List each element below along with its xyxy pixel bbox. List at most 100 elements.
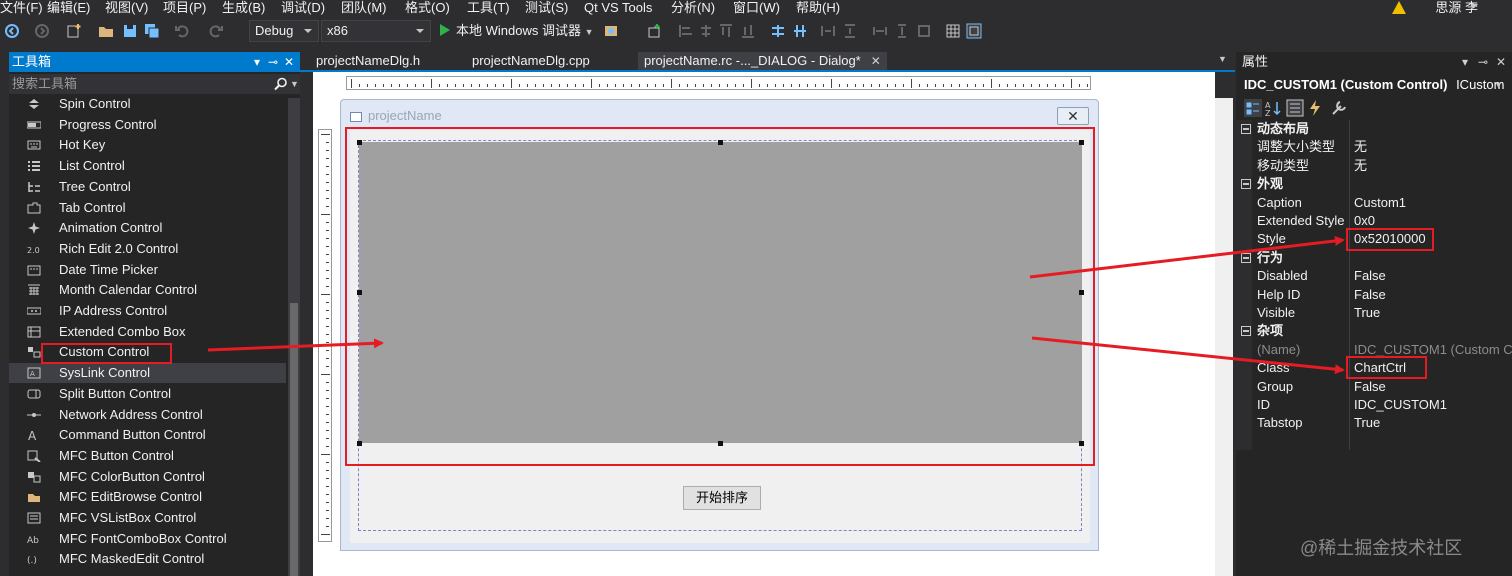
toolbox-item[interactable]: 2.0 Rich Edit 2.0 Control [9, 239, 286, 259]
close-icon[interactable]: ✕ [1494, 54, 1508, 70]
guides-icon[interactable] [966, 23, 982, 39]
property-value[interactable]: 无 [1354, 157, 1367, 175]
align-top-icon[interactable] [718, 23, 734, 39]
toolbox-item[interactable]: Tab Control [9, 198, 286, 218]
toolbox-item[interactable]: MFC VSListBox Control [9, 508, 286, 528]
collapse-icon[interactable] [1241, 124, 1251, 134]
collapse-icon[interactable] [1241, 326, 1251, 337]
toolbox-item[interactable]: Extended Combo Box [9, 322, 286, 342]
property-value[interactable]: True [1354, 414, 1380, 432]
new-class-icon[interactable] [646, 23, 662, 39]
pin-icon[interactable]: ⊸ [1476, 54, 1490, 70]
toolbox-item[interactable]: Split Button Control [9, 384, 286, 404]
toolbox-item[interactable]: Date Time Picker [9, 260, 286, 280]
property-row[interactable]: Group False [1236, 378, 1512, 396]
property-row[interactable]: ID IDC_CUSTOM1 [1236, 396, 1512, 414]
grid-icon[interactable] [945, 23, 961, 39]
menu-item[interactable]: 编辑(E) [47, 0, 90, 17]
toolbox-item[interactable]: A Command Button Control [9, 425, 286, 445]
toolbox-item[interactable]: MFC EditBrowse Control [9, 487, 286, 507]
menu-item[interactable]: Qt VS Tools [584, 0, 652, 17]
forward-icon[interactable] [34, 23, 50, 39]
side-tab-strip[interactable] [0, 52, 9, 576]
toolbox-item[interactable]: Spin Control [9, 94, 286, 114]
alphabetical-icon[interactable]: AZ [1264, 99, 1282, 117]
collapse-icon[interactable] [1241, 252, 1251, 263]
toolbox-item[interactable]: MFC ColorButton Control [9, 467, 286, 487]
menu-item[interactable]: 生成(B) [222, 0, 265, 17]
property-pages-icon[interactable] [1330, 99, 1348, 117]
align-bottom-icon[interactable] [740, 23, 756, 39]
property-row[interactable]: Disabled False [1236, 267, 1512, 285]
toolbox-item[interactable]: (.) MFC MaskedEdit Control [9, 549, 286, 569]
menu-item[interactable]: 文件(F) [0, 0, 43, 17]
toolbox-item[interactable]: Progress Control [9, 115, 286, 135]
object-selector[interactable]: IDC_CUSTOM1 (Custom Control) ICustom ▼ [1236, 74, 1512, 96]
browse-icon[interactable] [603, 23, 619, 39]
chevron-down-icon[interactable]: ▼ [290, 74, 299, 94]
toolbox-item[interactable]: Month Calendar Control [9, 280, 286, 300]
start-sort-button[interactable]: 开始排序 [683, 486, 761, 510]
property-row[interactable]: Tabstop True [1236, 414, 1512, 432]
tab-list-icon[interactable]: ▼ [1218, 54, 1227, 64]
designer-scrollbar[interactable] [1215, 98, 1233, 576]
property-row[interactable]: Visible True [1236, 304, 1512, 322]
menu-item[interactable]: 项目(P) [163, 0, 206, 17]
property-value[interactable]: False [1354, 267, 1386, 285]
config-select[interactable]: Debug [249, 20, 319, 42]
close-icon[interactable]: ✕ [282, 54, 296, 70]
property-value[interactable]: 无 [1354, 138, 1367, 156]
save-icon[interactable] [122, 23, 138, 39]
toolbox-item[interactable]: Hot Key [9, 135, 286, 155]
toolbox-item[interactable]: Ab MFC FontComboBox Control [9, 529, 286, 549]
property-row[interactable]: 移动类型 无 [1236, 157, 1512, 175]
menu-item[interactable]: 视图(V) [105, 0, 148, 17]
collapse-icon[interactable] [1241, 179, 1251, 190]
toolbox-scrollbar[interactable] [288, 98, 300, 576]
toolbox-item[interactable]: IP Address Control [9, 301, 286, 321]
menu-item[interactable]: 帮助(H) [796, 0, 840, 17]
property-value[interactable]: True [1354, 304, 1380, 322]
menu-item[interactable]: 工具(T) [467, 0, 510, 17]
dropdown-icon[interactable]: ▾ [250, 54, 264, 70]
toolbox-item[interactable]: Animation Control [9, 218, 286, 238]
toolbox-item[interactable]: MFC Button Control [9, 446, 286, 466]
same-height-icon[interactable] [894, 23, 910, 39]
property-value[interactable]: Custom1 [1354, 194, 1406, 212]
new-project-icon[interactable] [66, 23, 82, 39]
tab-projectnamedlg-h[interactable]: projectNameDlg.h [316, 52, 420, 70]
start-debugger-button[interactable]: 本地 Windows 调试器 ▼ [440, 20, 594, 42]
same-width-icon[interactable] [872, 23, 888, 39]
space-across-icon[interactable] [820, 23, 836, 39]
center-vertical-icon[interactable] [770, 23, 786, 39]
toolbox-search-input[interactable]: 搜索工具箱 ▼ [9, 74, 300, 94]
property-row[interactable]: 调整大小类型 无 [1236, 138, 1512, 156]
toolbox-item[interactable]: Network Address Control [9, 405, 286, 425]
close-tab-icon[interactable]: ✕ [871, 52, 881, 70]
menu-item[interactable]: 分析(N) [671, 0, 715, 17]
same-size-icon[interactable] [916, 23, 932, 39]
property-category[interactable]: 外观 [1236, 175, 1512, 193]
toolbox-item[interactable]: List Control [9, 156, 286, 176]
dropdown-icon[interactable]: ▾ [1458, 54, 1472, 70]
toolbox-item[interactable]: Tree Control [9, 177, 286, 197]
menu-item[interactable]: 测试(S) [525, 0, 568, 17]
back-icon[interactable] [4, 23, 20, 39]
menu-item[interactable]: 团队(M) [341, 0, 387, 17]
toolbox-item[interactable]: A SysLink Control [9, 363, 286, 384]
events-icon[interactable] [1306, 99, 1324, 117]
open-folder-icon[interactable] [98, 23, 114, 39]
chevron-down-icon[interactable] [1470, 4, 1478, 8]
property-value[interactable]: IDC_CUSTOM1 [1354, 396, 1447, 414]
property-category[interactable]: 行为 [1236, 249, 1512, 267]
categorized-icon[interactable] [1244, 99, 1262, 117]
property-row[interactable]: Help ID False [1236, 286, 1512, 304]
pin-icon[interactable]: ⊸ [266, 54, 280, 70]
property-value[interactable]: False [1354, 286, 1386, 304]
save-all-icon[interactable] [144, 23, 160, 39]
dialog-close-button[interactable]: ✕ [1057, 107, 1089, 125]
tab-dialog-editor[interactable]: projectName.rc -..._DIALOG - Dialog* ✕ [638, 52, 887, 70]
property-category[interactable]: 动态布局 [1236, 120, 1512, 138]
property-row[interactable]: Caption Custom1 [1236, 194, 1512, 212]
center-horizontal-icon[interactable] [792, 23, 808, 39]
